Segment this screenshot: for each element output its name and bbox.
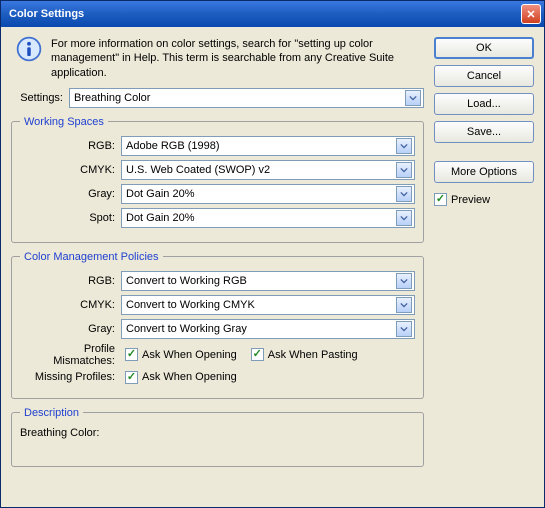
description-legend: Description: [20, 407, 83, 419]
pol-rgb-value: Convert to Working RGB: [126, 275, 247, 287]
cancel-button[interactable]: Cancel: [434, 65, 534, 87]
preview-label: Preview: [451, 194, 490, 206]
working-spaces-group: Working Spaces RGB: Adobe RGB (1998) CMY…: [11, 116, 424, 243]
missing-open-checkbox[interactable]: ✓: [125, 371, 138, 384]
close-button[interactable]: ✕: [521, 4, 541, 24]
ws-cmyk-label: CMYK:: [20, 164, 115, 176]
working-spaces-legend: Working Spaces: [20, 116, 108, 128]
ws-rgb-select[interactable]: Adobe RGB (1998): [121, 136, 415, 156]
settings-label: Settings:: [15, 92, 63, 104]
pol-cmyk-value: Convert to Working CMYK: [126, 299, 255, 311]
preview-checkbox[interactable]: ✓: [434, 193, 447, 206]
ws-gray-label: Gray:: [20, 188, 115, 200]
description-text: Breathing Color:: [20, 427, 415, 439]
ok-button[interactable]: OK: [434, 37, 534, 59]
ws-gray-select[interactable]: Dot Gain 20%: [121, 184, 415, 204]
save-button[interactable]: Save...: [434, 121, 534, 143]
close-icon: ✕: [526, 8, 535, 21]
pol-gray-value: Convert to Working Gray: [126, 323, 247, 335]
chevron-down-icon: [396, 297, 412, 313]
chevron-down-icon: [396, 273, 412, 289]
mismatch-paste-checkbox[interactable]: ✓: [251, 348, 264, 361]
settings-select[interactable]: Breathing Color: [69, 88, 424, 108]
chevron-down-icon: [405, 90, 421, 106]
policies-group: Color Management Policies RGB: Convert t…: [11, 251, 424, 399]
window-title: Color Settings: [9, 8, 84, 20]
pol-cmyk-select[interactable]: Convert to Working CMYK: [121, 295, 415, 315]
pol-rgb-label: RGB:: [20, 275, 115, 287]
pol-gray-select[interactable]: Convert to Working Gray: [121, 319, 415, 339]
description-group: Description Breathing Color:: [11, 407, 424, 467]
chevron-down-icon: [396, 162, 412, 178]
more-options-button[interactable]: More Options: [434, 161, 534, 183]
chevron-down-icon: [396, 210, 412, 226]
mismatch-open-checkbox[interactable]: ✓: [125, 348, 138, 361]
ws-cmyk-value: U.S. Web Coated (SWOP) v2: [126, 164, 270, 176]
titlebar: Color Settings ✕: [1, 1, 544, 27]
mismatch-label: Profile Mismatches:: [20, 343, 115, 367]
info-text: For more information on color settings, …: [51, 35, 424, 80]
pol-rgb-select[interactable]: Convert to Working RGB: [121, 271, 415, 291]
missing-label: Missing Profiles:: [20, 371, 115, 383]
missing-open-label: Ask When Opening: [142, 371, 237, 383]
pol-cmyk-label: CMYK:: [20, 299, 115, 311]
mismatch-paste-label: Ask When Pasting: [268, 349, 358, 361]
settings-value: Breathing Color: [74, 92, 150, 104]
ws-gray-value: Dot Gain 20%: [126, 188, 194, 200]
info-icon: [15, 35, 43, 63]
ws-rgb-value: Adobe RGB (1998): [126, 140, 220, 152]
ws-rgb-label: RGB:: [20, 140, 115, 152]
ws-spot-value: Dot Gain 20%: [126, 212, 194, 224]
load-button[interactable]: Load...: [434, 93, 534, 115]
mismatch-open-label: Ask When Opening: [142, 349, 237, 361]
pol-gray-label: Gray:: [20, 323, 115, 335]
ws-spot-label: Spot:: [20, 212, 115, 224]
ws-spot-select[interactable]: Dot Gain 20%: [121, 208, 415, 228]
color-settings-dialog: Color Settings ✕ For more information on…: [0, 0, 545, 508]
policies-legend: Color Management Policies: [20, 251, 163, 263]
chevron-down-icon: [396, 138, 412, 154]
chevron-down-icon: [396, 321, 412, 337]
chevron-down-icon: [396, 186, 412, 202]
ws-cmyk-select[interactable]: U.S. Web Coated (SWOP) v2: [121, 160, 415, 180]
